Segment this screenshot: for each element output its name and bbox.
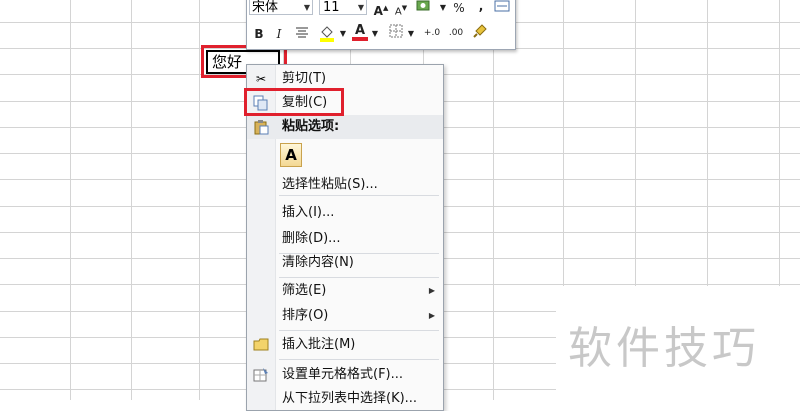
- menu-separator: [279, 359, 439, 360]
- borders-button[interactable]: [387, 24, 405, 42]
- menu-item-label: 插入(I)...: [282, 205, 335, 220]
- font-color-icon: A: [354, 23, 366, 38]
- percent-style-button[interactable]: %: [451, 0, 467, 17]
- grow-font-button[interactable]: A▲: [373, 0, 389, 18]
- menu-item-label: 清除内容(N): [282, 255, 354, 270]
- menu-item-label: 粘贴选项:: [282, 119, 340, 134]
- menu-item-sort[interactable]: 排序(O) ▶: [247, 304, 443, 328]
- format-painter-button[interactable]: [471, 23, 489, 41]
- mini-toolbar: 宋体 ▼ 11 ▼ A▲ A▼ ▼ % , B I ▼ A ▼ ▼ +.0 .0…: [246, 0, 516, 50]
- merge-center-icon: [494, 0, 510, 12]
- format-cells-icon: [253, 367, 269, 383]
- menu-item-label: 删除(D)...: [282, 231, 341, 246]
- font-color-button[interactable]: A: [351, 21, 369, 41]
- font-name-dropdown[interactable]: 宋体 ▼: [249, 0, 313, 15]
- comma-icon: ,: [478, 0, 484, 13]
- shrink-font-icon: A: [394, 6, 402, 18]
- column-divider: [199, 0, 200, 400]
- grow-font-icon: A: [373, 4, 383, 18]
- menu-item-delete[interactable]: 删除(D)...: [247, 227, 443, 251]
- chevron-down-icon: ▼: [357, 3, 364, 12]
- menu-item-label: 插入批注(M): [282, 337, 356, 352]
- menu-separator: [279, 277, 439, 278]
- context-menu: ✂ 剪切(T) 复制(C) 粘贴选项: 选择性粘贴(S)... 插入(I)...…: [246, 64, 444, 411]
- percent-icon: %: [453, 1, 465, 15]
- submenu-arrow-icon: ▶: [428, 311, 435, 320]
- menu-item-label: 从下拉列表中选择(K)...: [282, 391, 418, 406]
- menu-item-paste-special[interactable]: 选择性粘贴(S)...: [247, 173, 443, 197]
- accounting-format-button[interactable]: [413, 0, 435, 16]
- menu-item-label: 选择性粘贴(S)...: [282, 177, 378, 192]
- scissors-icon: ✂: [255, 72, 267, 86]
- format-painter-icon: [473, 24, 487, 38]
- menu-item-insert[interactable]: 插入(I)...: [247, 201, 443, 225]
- paste-option-keep-text-button[interactable]: A: [280, 143, 302, 167]
- column-divider: [493, 0, 494, 400]
- accounting-format-dropdown[interactable]: ▼: [439, 0, 447, 17]
- borders-icon: [389, 24, 403, 38]
- chevron-down-icon: ▼: [303, 3, 310, 12]
- comment-icon: [253, 337, 269, 353]
- center-align-button[interactable]: [293, 25, 311, 43]
- font-size-dropdown[interactable]: 11 ▼: [319, 0, 367, 15]
- font-name-value: 宋体: [252, 0, 279, 15]
- italic-icon: I: [276, 27, 282, 41]
- paste-icon: [253, 119, 269, 135]
- menu-item-label: 设置单元格格式(F)...: [282, 367, 404, 382]
- increase-decimal-icon: +.0: [423, 28, 441, 38]
- menu-item-clear-contents[interactable]: 清除内容(N): [247, 251, 443, 275]
- merge-center-button[interactable]: [493, 0, 511, 17]
- menu-separator: [279, 330, 439, 331]
- center-align-icon: [296, 27, 308, 38]
- column-divider: [131, 0, 132, 400]
- comma-style-button[interactable]: ,: [473, 0, 489, 15]
- fill-color-button[interactable]: [317, 23, 337, 42]
- font-color-bar: [352, 37, 368, 41]
- bold-icon: B: [254, 27, 264, 41]
- borders-dropdown[interactable]: ▼: [407, 25, 415, 43]
- menu-item-pick-from-list[interactable]: 从下拉列表中选择(K)...: [247, 387, 443, 411]
- italic-button[interactable]: I: [271, 25, 287, 43]
- increase-decimal-button[interactable]: +.0: [421, 24, 443, 42]
- copy-highlight-box: [244, 88, 344, 116]
- decrease-decimal-icon: .00: [448, 28, 464, 38]
- menu-item-filter[interactable]: 筛选(E) ▶: [247, 279, 443, 303]
- menu-item-label: 筛选(E): [282, 283, 327, 298]
- menu-item-label: 排序(O): [282, 308, 329, 323]
- font-color-dropdown[interactable]: ▼: [371, 25, 379, 43]
- accounting-format-icon: [416, 0, 430, 11]
- submenu-arrow-icon: ▶: [428, 286, 435, 295]
- shrink-font-button[interactable]: A▼: [393, 0, 409, 17]
- keep-text-only-icon: A: [285, 146, 297, 164]
- bold-button[interactable]: B: [251, 25, 267, 43]
- column-divider: [70, 0, 71, 400]
- decrease-decimal-button[interactable]: .00: [445, 24, 467, 42]
- menu-item-format-cells[interactable]: 设置单元格格式(F)...: [247, 363, 443, 387]
- fill-color-dropdown[interactable]: ▼: [339, 25, 347, 43]
- menu-item-insert-comment[interactable]: 插入批注(M): [247, 333, 443, 357]
- fill-color-icon: [320, 26, 334, 42]
- font-size-value: 11: [323, 0, 340, 15]
- watermark-text: 软件技巧: [568, 323, 760, 374]
- menu-paste-options-header: 粘贴选项:: [247, 115, 443, 139]
